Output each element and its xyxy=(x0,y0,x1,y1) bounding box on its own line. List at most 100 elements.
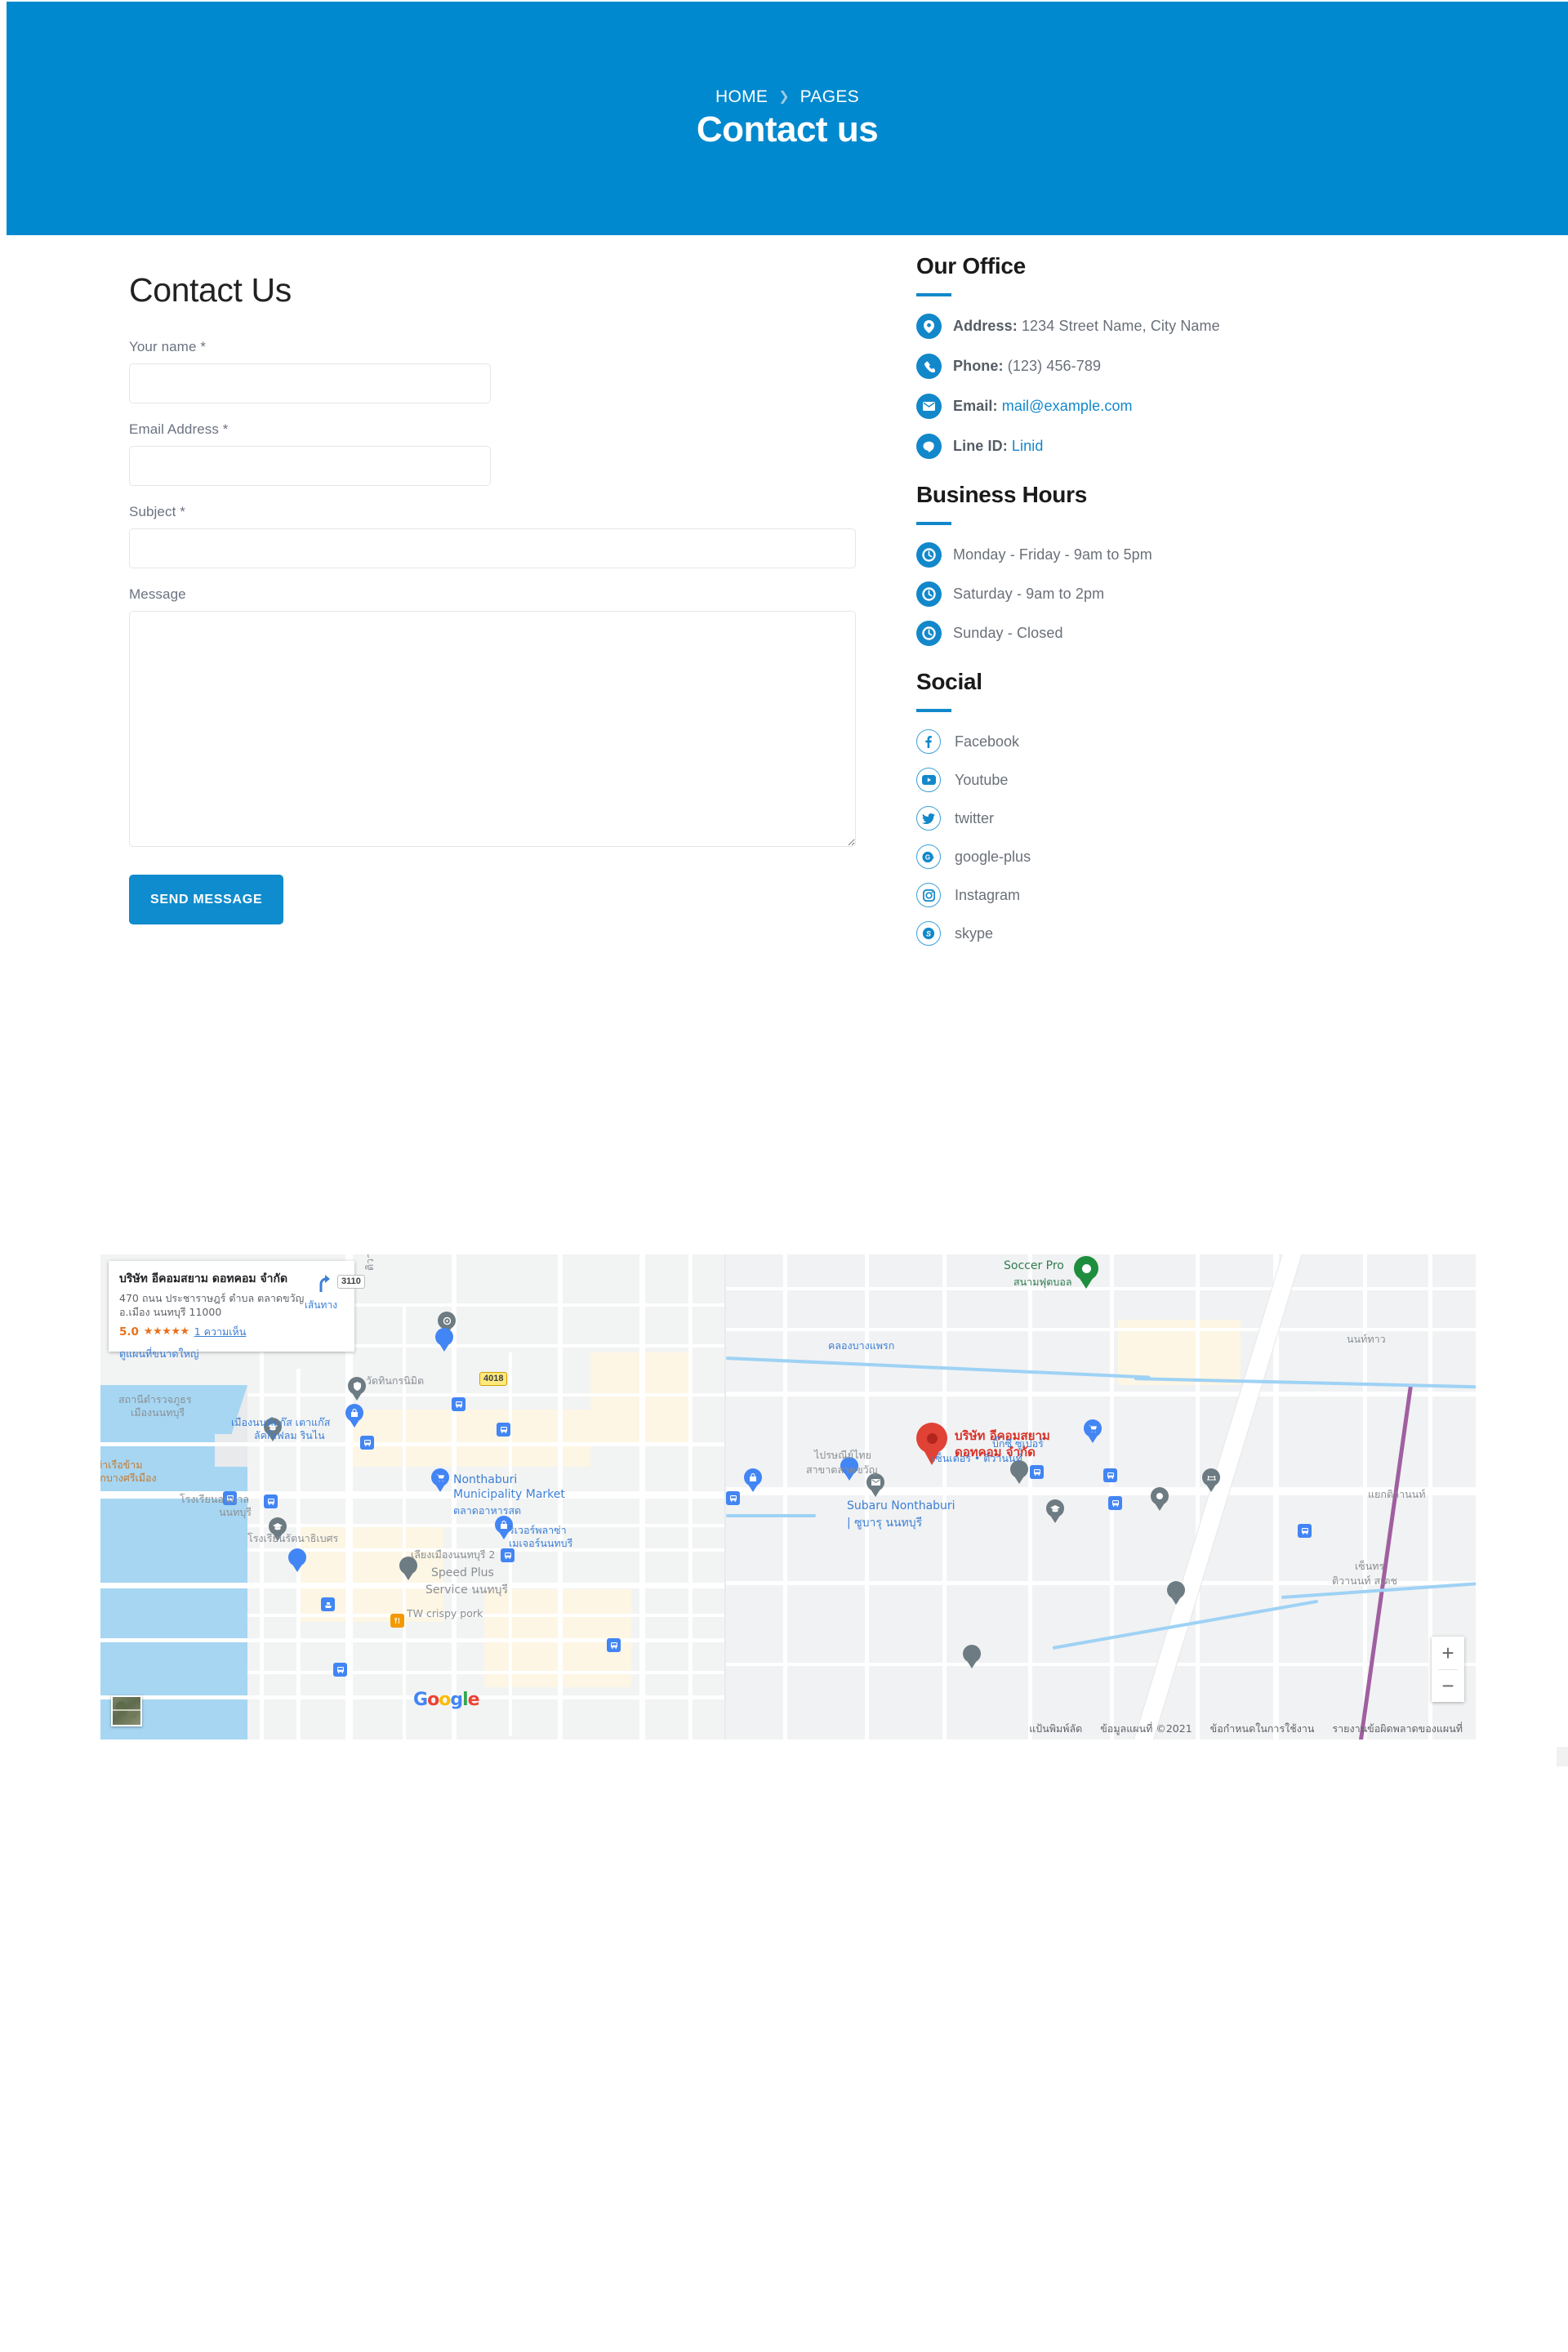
hours-sunday-text: Sunday - Closed xyxy=(953,625,1063,641)
route-shield-4018: 4018 xyxy=(479,1372,508,1386)
map-label: เมืองนนทบุรี xyxy=(131,1406,185,1419)
map-label: เซ็นทร xyxy=(1355,1560,1385,1572)
rating-score: 5.0 xyxy=(119,1325,139,1339)
office-email-text: Email: mail@example.com xyxy=(953,398,1133,415)
social-link-instagram[interactable]: Instagram xyxy=(916,883,1455,907)
breadcrumb-item-home[interactable]: HOME xyxy=(715,87,768,107)
breadcrumb-item-pages[interactable]: PAGES xyxy=(800,87,859,107)
address-value: 1234 Street Name, City Name xyxy=(1021,318,1220,334)
map-pin-school-3[interactable] xyxy=(1046,1499,1064,1524)
bus-stop-icon[interactable] xyxy=(1103,1468,1117,1482)
bus-stop-icon[interactable] xyxy=(497,1423,510,1437)
map-pin-generic-4[interactable] xyxy=(1167,1581,1185,1606)
map-embed[interactable]: บริษัท อีคอมสยาม ดอทคอม จำกัด 470 ถนน ปร… xyxy=(100,1254,1476,1740)
bus-stop-icon[interactable] xyxy=(333,1663,347,1677)
map-pin-misc-2[interactable] xyxy=(435,1328,453,1352)
directions-arrow-icon xyxy=(319,1275,330,1292)
zoom-divider xyxy=(1438,1669,1458,1670)
map-pin-generic-5[interactable] xyxy=(963,1645,981,1669)
bus-stop-icon[interactable] xyxy=(726,1491,740,1505)
youtube-icon xyxy=(916,768,941,792)
map-pin-misc-1[interactable] xyxy=(288,1548,306,1573)
map-pin-market[interactable] xyxy=(431,1468,449,1493)
clock-icon xyxy=(916,621,942,646)
social-label-skype: skype xyxy=(955,924,994,942)
hours-item-weekday: Monday - Friday - 9am to 5pm xyxy=(916,542,1455,568)
map-frame-left[interactable]: บริษัท อีคอมสยาม ดอทคอม จำกัด 470 ถนน ปร… xyxy=(100,1254,724,1740)
office-item-line-id: Line ID: Linid xyxy=(916,434,1455,459)
clock-icon xyxy=(916,581,942,607)
email-address-input[interactable] xyxy=(129,446,491,486)
business-hours-block: Business Hours Monday - Friday - 9am to … xyxy=(916,482,1455,646)
field-email-address: Email Address * xyxy=(129,421,859,486)
map-label: ติวานนท์ สเตช xyxy=(362,1254,378,1271)
view-larger-map-link[interactable]: ดูแผนที่ขนาดใหญ่ xyxy=(119,1346,344,1362)
message-textarea[interactable] xyxy=(129,611,856,847)
map-label: วัดทินกรนิมิต xyxy=(366,1374,425,1387)
google-logo-letter: o xyxy=(439,1690,451,1710)
twitter-icon xyxy=(916,806,941,831)
social-label-google-plus: google-plus xyxy=(955,848,1031,865)
map-label: เมเจอร์นนทบรี xyxy=(509,1537,573,1549)
bus-stop-icon[interactable] xyxy=(360,1436,374,1450)
google-plus-icon: G xyxy=(916,844,941,869)
keyboard-shortcuts-link[interactable]: แป้นพิมพ์ลัด xyxy=(1029,1721,1082,1737)
bus-stop-icon[interactable] xyxy=(264,1494,278,1508)
map-label: โรงเรียนรัตนาธิเบศร xyxy=(247,1532,339,1544)
hours-item-saturday: Saturday - 9am to 2pm xyxy=(916,581,1455,607)
field-your-name: Your name * xyxy=(129,339,859,403)
social-link-twitter[interactable]: twitter xyxy=(916,806,1455,831)
field-subject: Subject * xyxy=(129,504,859,568)
send-message-button[interactable]: SEND MESSAGE xyxy=(129,875,284,924)
map-label: ติวานนท์ สเตช xyxy=(1332,1575,1397,1587)
map-info-card[interactable]: บริษัท อีคอมสยาม ดอทคอม จำกัด 470 ถนน ปร… xyxy=(109,1261,354,1360)
contact-form-heading: Contact Us xyxy=(129,271,292,309)
bus-stop-icon[interactable] xyxy=(1030,1465,1044,1479)
map-label: Service นนทบุรี xyxy=(425,1584,508,1597)
map-pin-bridge[interactable] xyxy=(1202,1468,1220,1493)
page-scrollbar[interactable] xyxy=(1557,1747,1568,1766)
social-link-google-plus[interactable]: G google-plus xyxy=(916,844,1455,869)
email-value-link[interactable]: mail@example.com xyxy=(1002,398,1133,414)
line-id-value-link[interactable]: Linid xyxy=(1012,438,1044,454)
restaurant-icon[interactable] xyxy=(390,1614,404,1628)
reviews-link[interactable]: 1 ความเห็น xyxy=(194,1324,247,1340)
ferry-icon[interactable] xyxy=(321,1597,335,1611)
map-frame-right[interactable]: บริษัท อีคอมสยาม ดอทคอม จำกัด Soccer Pro… xyxy=(726,1254,1476,1740)
map-label: แยกติวานนท์ xyxy=(1368,1488,1426,1500)
subject-input[interactable] xyxy=(129,528,856,568)
zoom-out-button[interactable]: − xyxy=(1432,1669,1464,1702)
map-label: สนามฟุตบอล xyxy=(1013,1276,1072,1288)
our-office-block: Our Office Address: 1234 Street Name, Ci… xyxy=(916,253,1455,459)
terms-of-use-link[interactable]: ข้อกำหนดในการใช้งาน xyxy=(1210,1721,1315,1737)
bus-stop-icon[interactable] xyxy=(607,1638,621,1652)
bus-stop-icon[interactable] xyxy=(1108,1496,1122,1510)
social-link-youtube[interactable]: Youtube xyxy=(916,768,1455,792)
map-pin-shop-3[interactable] xyxy=(744,1468,762,1493)
hours-weekday-text: Monday - Friday - 9am to 5pm xyxy=(953,546,1152,563)
map-pin-generic-1[interactable] xyxy=(1151,1487,1169,1512)
bus-stop-icon[interactable] xyxy=(1298,1524,1312,1538)
envelope-icon xyxy=(916,394,942,419)
office-line-id-text: Line ID: Linid xyxy=(953,438,1043,455)
map-pin-shop-1[interactable] xyxy=(345,1404,363,1428)
bus-stop-icon[interactable] xyxy=(452,1397,466,1411)
social-block: Social Facebook Youtube twitter G google… xyxy=(916,669,1455,946)
social-link-skype[interactable]: S skype xyxy=(916,921,1455,946)
report-map-error-link[interactable]: รายงานข้อผิดพลาดของแผนที่ xyxy=(1332,1721,1463,1737)
breadcrumb: HOME ❯ PAGES xyxy=(7,87,1568,107)
map-label: สาขาตลาดขวัญ xyxy=(806,1463,878,1476)
map-label: คลองบางแพรก xyxy=(828,1339,895,1352)
map-pin-soccer-pro[interactable] xyxy=(1074,1256,1098,1289)
chat-bubble-icon xyxy=(916,434,942,459)
your-name-input[interactable] xyxy=(129,363,491,403)
chevron-right-icon: ❯ xyxy=(778,90,790,104)
zoom-in-button[interactable]: + xyxy=(1432,1637,1464,1669)
map-pin-police[interactable] xyxy=(348,1377,366,1401)
your-name-label: Your name * xyxy=(129,339,207,354)
map-pin-bigc[interactable] xyxy=(1084,1419,1102,1444)
map-zoom-controls[interactable]: + − xyxy=(1432,1637,1464,1702)
page-title: Contact us xyxy=(696,109,879,149)
our-office-heading: Our Office xyxy=(916,253,1026,278)
social-link-facebook[interactable]: Facebook xyxy=(916,729,1455,754)
